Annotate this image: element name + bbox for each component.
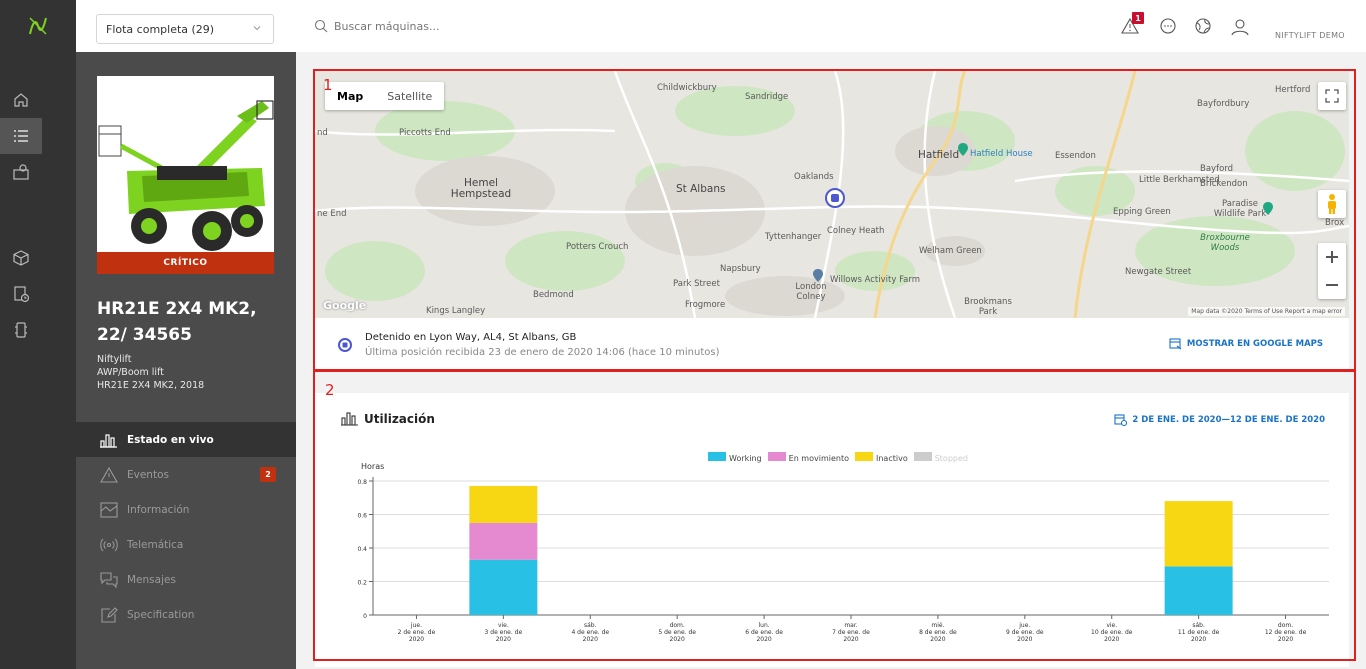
machine-photo xyxy=(97,76,274,274)
nav-item-label: Estado en vivo xyxy=(127,433,214,446)
list-icon[interactable] xyxy=(0,118,42,154)
user-icon[interactable] xyxy=(1229,16,1251,38)
machine-panel: CRÍTICO HR21E 2X4 MK2, 22/ 34565 Niftyli… xyxy=(76,52,296,669)
nav-item-label: Información xyxy=(127,503,190,516)
nav-item-telematica[interactable]: Telemática xyxy=(76,527,296,562)
map-pin-icon[interactable] xyxy=(0,154,42,190)
nav-item-eventos[interactable]: Eventos 2 xyxy=(76,457,296,492)
nav-item-specification[interactable]: Specification xyxy=(76,597,296,632)
warning-icon xyxy=(100,466,118,483)
user-name[interactable]: NIFTYLIFT DEMO xyxy=(1275,31,1345,40)
chart-bars-icon xyxy=(100,433,117,448)
annotation-box-2 xyxy=(313,370,1356,661)
chat-icon[interactable] xyxy=(1158,16,1180,38)
report-clock-icon[interactable] xyxy=(0,276,42,312)
fleet-select[interactable]: Flota completa (29) xyxy=(96,14,274,44)
annotation-box-1 xyxy=(313,69,1356,371)
search-input[interactable]: Buscar máquinas... xyxy=(334,20,439,33)
nav-item-label: Eventos xyxy=(127,468,169,481)
top-header: Flota completa (29) Buscar máquinas... 1 xyxy=(76,0,1366,52)
alert-count-badge: 1 xyxy=(1132,12,1144,24)
signal-icon xyxy=(100,538,118,551)
alerts-button[interactable]: 1 xyxy=(1120,12,1144,38)
annotation-number: 2 xyxy=(325,381,335,399)
nav-item-informacion[interactable]: Información xyxy=(76,492,296,527)
machine-model: HR21E 2X4 MK2, 2018 xyxy=(97,380,205,391)
info-doc-icon xyxy=(100,501,118,518)
machine-meta: Niftylift AWP/Boom lift HR21E 2X4 MK2, 2… xyxy=(97,353,204,392)
nav-item-label: Mensajes xyxy=(127,573,176,586)
annotation-number: 1 xyxy=(323,76,333,94)
device-icon[interactable] xyxy=(0,312,42,348)
nav-item-label: Specification xyxy=(127,608,195,621)
messages-icon xyxy=(100,571,118,588)
niftylift-logo-icon xyxy=(29,17,47,35)
globe-icon[interactable] xyxy=(1193,16,1215,38)
edit-icon xyxy=(101,606,118,623)
nav-item-label: Telemática xyxy=(127,538,184,551)
search-box[interactable]: Buscar máquinas... xyxy=(314,19,439,33)
app-logo[interactable] xyxy=(0,0,76,52)
machine-category: AWP/Boom lift xyxy=(97,367,164,378)
machine-nav: Estado en vivo Eventos 2 Información Tel… xyxy=(76,422,296,632)
fleet-select-value: Flota completa (29) xyxy=(106,22,215,36)
app-rail xyxy=(0,0,76,669)
cube-icon[interactable] xyxy=(0,240,42,276)
search-icon xyxy=(314,19,328,33)
nav-item-estado-en-vivo[interactable]: Estado en vivo xyxy=(76,422,296,457)
home-icon[interactable] xyxy=(0,82,42,118)
machine-brand: Niftylift xyxy=(97,354,132,365)
events-count-badge: 2 xyxy=(260,467,276,482)
status-badge: CRÍTICO xyxy=(97,252,274,274)
chevron-down-icon xyxy=(253,26,261,31)
machine-title: HR21E 2X4 MK2, 22/ 34565 xyxy=(97,299,257,345)
nav-item-mensajes[interactable]: Mensajes xyxy=(76,562,296,597)
